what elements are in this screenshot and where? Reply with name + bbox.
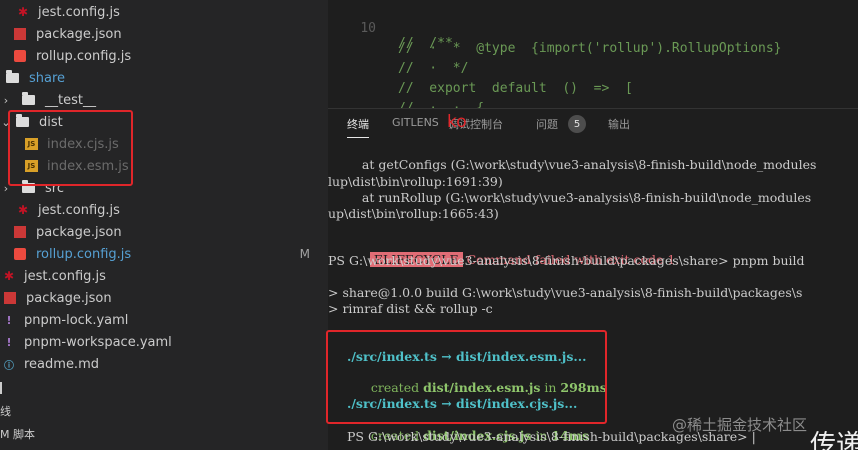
npm-scripts-section[interactable]: M 脚本 bbox=[0, 423, 328, 445]
tree-item-pnpm-workspace[interactable]: ! pnpm-workspace.yaml bbox=[0, 331, 328, 353]
tree-item-label: package.json bbox=[36, 224, 122, 240]
jest-icon: ✱ bbox=[17, 5, 29, 19]
folder-icon bbox=[6, 70, 19, 83]
build-output-highlight-box bbox=[326, 330, 607, 424]
chevron-right-icon: › bbox=[3, 93, 9, 107]
npm-icon bbox=[14, 226, 26, 238]
tab-gitlens[interactable]: GITLENS bbox=[392, 116, 439, 129]
tree-item-label: jest.config.js bbox=[38, 4, 120, 20]
tree-item-package-json-root[interactable]: package.json bbox=[0, 287, 328, 309]
jest-icon: ✱ bbox=[17, 203, 29, 217]
info-icon: ⓘ bbox=[4, 360, 14, 372]
yaml-icon: ! bbox=[6, 335, 12, 349]
tree-item-readme[interactable]: ⓘ readme.md bbox=[0, 353, 328, 375]
terminal-line: up\dist\bin\rollup:1665:43) bbox=[328, 206, 499, 221]
scroll-marker bbox=[0, 377, 328, 399]
jest-icon: ✱ bbox=[3, 269, 15, 283]
terminal-line: PS G:\work\study\vue3-analysis\8-finish-… bbox=[328, 253, 805, 268]
npm-scripts-label: M 脚本 bbox=[0, 428, 35, 441]
tree-item-pnpm-lock[interactable]: ! pnpm-lock.yaml bbox=[0, 309, 328, 331]
tab-problems[interactable]: 问题 bbox=[536, 116, 558, 132]
tree-item-label: jest.config.js bbox=[24, 268, 106, 284]
tab-output[interactable]: 输出 bbox=[608, 116, 630, 132]
modified-badge: M bbox=[299, 247, 310, 261]
tree-item-label: readme.md bbox=[24, 356, 99, 372]
corner-text: 传递 bbox=[810, 430, 858, 450]
tree-item-jest-config[interactable]: ✱ jest.config.js bbox=[0, 1, 328, 23]
problems-count-badge: 5 bbox=[568, 115, 586, 133]
yaml-icon: ! bbox=[6, 313, 12, 327]
tree-item-label: __test__ bbox=[45, 92, 96, 108]
tree-item-jest-config[interactable]: ✱ jest.config.js bbox=[0, 199, 328, 221]
tree-folder-share[interactable]: share bbox=[0, 67, 328, 89]
folder-icon bbox=[22, 92, 35, 105]
tree-folder-test[interactable]: › __test__ bbox=[0, 89, 328, 111]
terminal-line: at getConfigs (G:\work\study\vue3-analys… bbox=[346, 157, 817, 172]
outline-section[interactable]: 线 bbox=[0, 400, 328, 422]
tree-item-rollup-config-modified[interactable]: rollup.config.js M bbox=[0, 243, 328, 265]
tree-item-label: package.json bbox=[26, 290, 112, 306]
dist-highlight-box bbox=[8, 110, 133, 186]
panel-tabs: 终端 GITLENS 调试控制台 问题 5 输出 bbox=[328, 109, 858, 139]
tree-item-label: package.json bbox=[36, 26, 122, 42]
terminal-line: lup\dist\bin\rollup:1691:39) bbox=[328, 174, 503, 189]
rollup-icon bbox=[14, 248, 26, 260]
tree-item-rollup-config[interactable]: rollup.config.js bbox=[0, 45, 328, 67]
tree-item-label: rollup.config.js bbox=[36, 246, 132, 262]
tree-item-label: share bbox=[29, 70, 66, 86]
tree-item-label: pnpm-lock.yaml bbox=[24, 312, 129, 328]
tree-item-label: pnpm-workspace.yaml bbox=[24, 334, 172, 350]
tree-item-package-json[interactable]: package.json bbox=[0, 23, 328, 45]
explorer-sidebar: ✱ jest.config.js package.json rollup.con… bbox=[0, 0, 328, 450]
terminal-line: > rimraf dist && rollup -c bbox=[328, 301, 493, 316]
tree-item-label: jest.config.js bbox=[38, 202, 120, 218]
tree-item-label: rollup.config.js bbox=[36, 48, 132, 64]
overlay-annotation: ko bbox=[447, 112, 467, 132]
rollup-icon bbox=[14, 50, 26, 62]
npm-icon bbox=[14, 28, 26, 40]
npm-icon bbox=[4, 292, 16, 304]
watermark: @稀土掘金技术社区 bbox=[672, 416, 808, 434]
tab-terminal[interactable]: 终端 bbox=[347, 116, 369, 138]
terminal-line: > share@1.0.0 build G:\work\study\vue3-a… bbox=[328, 285, 803, 300]
terminal-line: at runRollup (G:\work\study\vue3-analysi… bbox=[346, 190, 812, 205]
outline-label: 线 bbox=[0, 405, 11, 418]
code-editor[interactable]: 10 // /** // · * @type {import('rollup')… bbox=[328, 0, 858, 116]
tree-item-package-json[interactable]: package.json bbox=[0, 221, 328, 243]
tree-item-jest-config-root[interactable]: ✱ jest.config.js bbox=[0, 265, 328, 287]
